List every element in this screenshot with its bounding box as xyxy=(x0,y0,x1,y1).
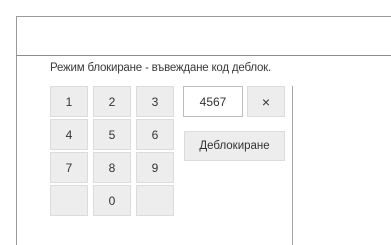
key-blank-left[interactable] xyxy=(50,185,88,216)
key-9[interactable]: 9 xyxy=(136,152,174,183)
unlock-button[interactable]: Деблокиране xyxy=(184,131,285,161)
key-1[interactable]: 1 xyxy=(50,86,88,117)
key-0[interactable]: 0 xyxy=(93,185,131,216)
key-blank-right[interactable] xyxy=(136,185,174,216)
key-7[interactable]: 7 xyxy=(50,152,88,183)
close-icon: × xyxy=(261,93,271,110)
key-8[interactable]: 8 xyxy=(93,152,131,183)
key-4[interactable]: 4 xyxy=(50,119,88,150)
side-divider xyxy=(292,86,293,245)
prompt-text: Режим блокиране - въвеждане код деблок. xyxy=(50,62,271,74)
key-3[interactable]: 3 xyxy=(136,86,174,117)
clear-button[interactable]: × xyxy=(247,86,285,117)
header-divider xyxy=(16,55,391,56)
code-entry-field[interactable]: 4567 xyxy=(183,86,243,117)
key-5[interactable]: 5 xyxy=(93,119,131,150)
lock-mode-screen: Режим блокиране - въвеждане код деблок. … xyxy=(0,0,391,245)
key-6[interactable]: 6 xyxy=(136,119,174,150)
key-2[interactable]: 2 xyxy=(93,86,131,117)
